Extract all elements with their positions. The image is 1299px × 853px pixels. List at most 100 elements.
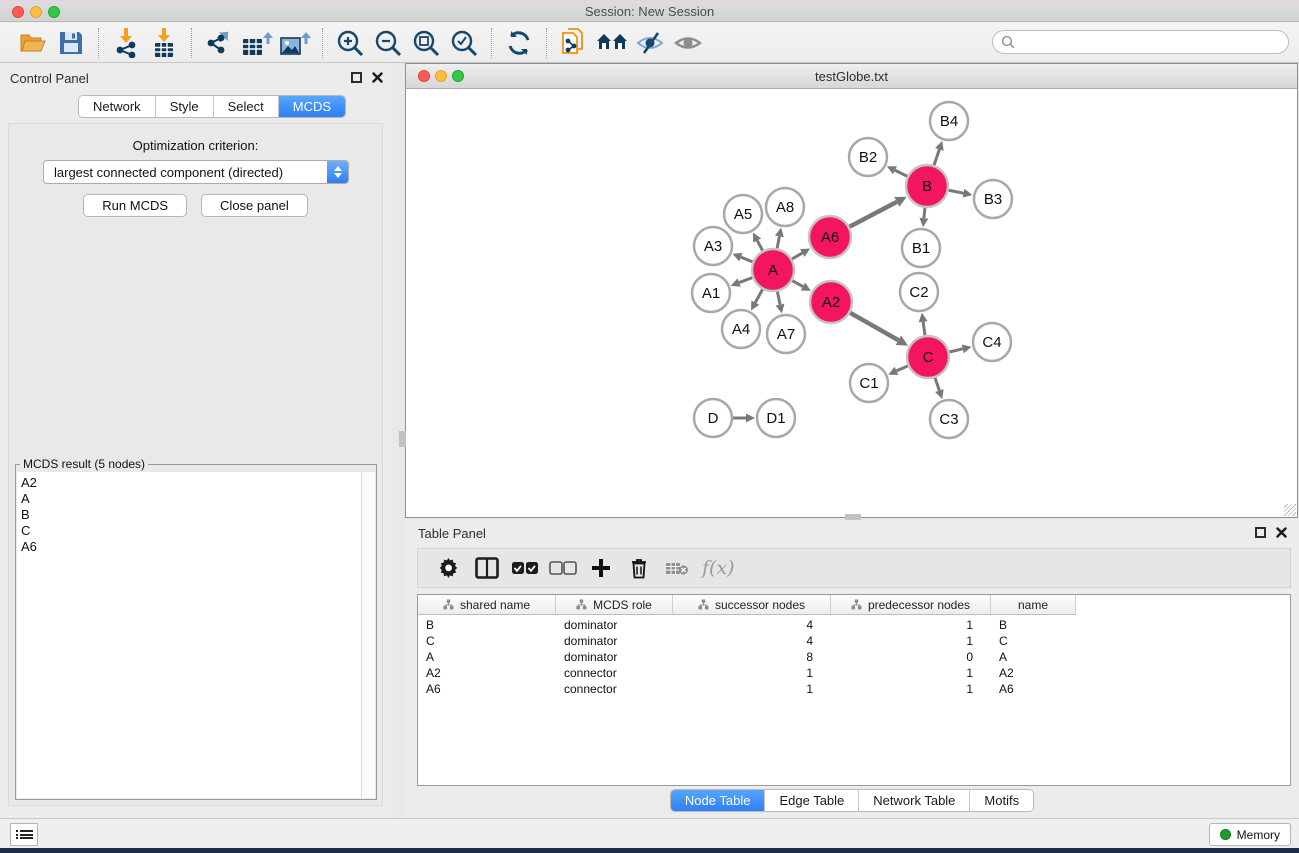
cell-predecessor-nodes[interactable]: 1 xyxy=(831,617,991,633)
edge-A6-B[interactable] xyxy=(849,202,896,227)
float-panel-icon[interactable] xyxy=(1255,527,1266,538)
table-row[interactable]: Cdominator41C xyxy=(418,633,1290,649)
graph-node-C[interactable]: C xyxy=(907,336,949,378)
edge-C-C4[interactable] xyxy=(949,349,962,352)
graph-node-A[interactable]: A xyxy=(752,249,794,291)
graph-node-A4[interactable]: A4 xyxy=(722,310,760,348)
graph-node-B[interactable]: B xyxy=(906,165,948,207)
hide-panel-icon[interactable] xyxy=(634,27,666,59)
graph-node-C2[interactable]: C2 xyxy=(900,273,938,311)
tab-select[interactable]: Select xyxy=(214,96,279,117)
resize-grip-icon[interactable] xyxy=(1284,504,1296,516)
function-builder-icon[interactable]: f(x) xyxy=(702,557,735,579)
zoom-out-icon[interactable] xyxy=(372,27,404,59)
mcds-result-list[interactable]: A2ABCA6 xyxy=(17,472,363,798)
cell-shared-name[interactable]: A6 xyxy=(418,681,556,697)
column-header-MCDS-role[interactable]: MCDS role xyxy=(556,595,673,615)
graph-node-C3[interactable]: C3 xyxy=(930,400,968,438)
cell-MCDS-role[interactable]: connector xyxy=(556,681,673,697)
table-row[interactable]: Adominator80A xyxy=(418,649,1290,665)
cell-name[interactable]: A2 xyxy=(991,665,1076,681)
export-table-icon[interactable] xyxy=(241,27,273,59)
splitter-nub[interactable] xyxy=(399,431,406,447)
graph-node-A6[interactable]: A6 xyxy=(809,216,851,258)
graph-node-D1[interactable]: D1 xyxy=(757,399,795,437)
edge-A-A5[interactable] xyxy=(757,240,762,250)
refresh-icon[interactable] xyxy=(503,27,535,59)
run-mcds-button[interactable]: Run MCDS xyxy=(83,194,187,217)
cell-successor-nodes[interactable]: 4 xyxy=(673,633,831,649)
cell-MCDS-role[interactable]: dominator xyxy=(556,649,673,665)
cell-successor-nodes[interactable]: 8 xyxy=(673,649,831,665)
optimization-criterion-dropdown[interactable]: largest connected component (directed) xyxy=(43,160,349,184)
zoom-selected-icon[interactable] xyxy=(448,27,480,59)
graph-node-B2[interactable]: B2 xyxy=(849,138,887,176)
edge-A-A1[interactable] xyxy=(739,278,752,283)
edge-B-B4[interactable] xyxy=(934,149,939,165)
edge-B-B3[interactable] xyxy=(949,190,964,193)
import-table-icon[interactable] xyxy=(148,27,180,59)
table-row[interactable]: Bdominator41B xyxy=(418,617,1290,633)
export-network-icon[interactable] xyxy=(203,27,235,59)
graph-node-B1[interactable]: B1 xyxy=(902,229,940,267)
open-session-icon[interactable] xyxy=(17,27,49,59)
cell-successor-nodes[interactable]: 4 xyxy=(673,617,831,633)
cell-name[interactable]: A6 xyxy=(991,681,1076,697)
deselect-all-icon[interactable] xyxy=(546,553,580,583)
graph-node-A3[interactable]: A3 xyxy=(694,227,732,265)
cell-predecessor-nodes[interactable]: 0 xyxy=(831,649,991,665)
edge-B-B1[interactable] xyxy=(924,208,925,218)
graph-node-B3[interactable]: B3 xyxy=(974,180,1012,218)
mcds-result-item[interactable]: A6 xyxy=(21,539,363,555)
edge-A2-C[interactable] xyxy=(850,313,898,340)
tab-network[interactable]: Network xyxy=(79,96,156,117)
search-input[interactable] xyxy=(1015,35,1288,49)
column-header-successor-nodes[interactable]: successor nodes xyxy=(673,595,831,615)
close-panel-icon[interactable] xyxy=(372,72,383,83)
column-header-shared-name[interactable]: shared name xyxy=(418,595,556,615)
edge-A-A3[interactable] xyxy=(741,257,753,262)
graph-node-A7[interactable]: A7 xyxy=(767,315,805,353)
cell-MCDS-role[interactable]: dominator xyxy=(556,633,673,649)
close-panel-button[interactable]: Close panel xyxy=(201,194,308,217)
cell-MCDS-role[interactable]: dominator xyxy=(556,617,673,633)
cell-predecessor-nodes[interactable]: 1 xyxy=(831,665,991,681)
cell-shared-name[interactable]: B xyxy=(418,617,556,633)
cell-name[interactable]: A xyxy=(991,649,1076,665)
cell-shared-name[interactable]: C xyxy=(418,633,556,649)
graph-node-A2[interactable]: A2 xyxy=(810,281,852,323)
tab-mcds[interactable]: MCDS xyxy=(279,96,345,117)
graph-node-A5[interactable]: A5 xyxy=(724,195,762,233)
cell-successor-nodes[interactable]: 1 xyxy=(673,665,831,681)
cell-name[interactable]: B xyxy=(991,617,1076,633)
table-row[interactable]: A6connector11A6 xyxy=(418,681,1290,697)
mcds-result-scrollbar[interactable] xyxy=(361,472,375,798)
tab-style[interactable]: Style xyxy=(156,96,214,117)
import-network-icon[interactable] xyxy=(110,27,142,59)
cell-predecessor-nodes[interactable]: 1 xyxy=(831,633,991,649)
home-icon[interactable] xyxy=(596,27,628,59)
close-panel-icon[interactable] xyxy=(1276,527,1287,538)
search-box[interactable] xyxy=(992,30,1289,54)
graph-node-C4[interactable]: C4 xyxy=(973,323,1011,361)
cell-MCDS-role[interactable]: connector xyxy=(556,665,673,681)
mcds-result-item[interactable]: C xyxy=(21,523,363,539)
edge-A-A7[interactable] xyxy=(777,292,780,305)
mcds-result-item[interactable]: B xyxy=(21,507,363,523)
table-row[interactable]: A2connector11A2 xyxy=(418,665,1290,681)
save-session-icon[interactable] xyxy=(55,27,87,59)
edge-C-C3[interactable] xyxy=(935,378,939,391)
graph-node-A1[interactable]: A1 xyxy=(692,274,730,312)
cell-name[interactable]: C xyxy=(991,633,1076,649)
graph-node-D[interactable]: D xyxy=(694,399,732,437)
edge-B-B2[interactable] xyxy=(895,170,907,176)
zoom-fit-icon[interactable] xyxy=(410,27,442,59)
tab-motifs[interactable]: Motifs xyxy=(970,790,1033,811)
network-graph-canvas[interactable]: AA1A2A3A4A5A6A7A8BB1B2B3B4CC1C2C3C4DD1 xyxy=(407,89,1296,516)
float-panel-icon[interactable] xyxy=(351,72,362,83)
memory-button[interactable]: Memory xyxy=(1209,823,1291,846)
delete-table-icon[interactable] xyxy=(660,553,694,583)
network-from-selection-icon[interactable] xyxy=(558,27,590,59)
gear-icon[interactable] xyxy=(432,553,466,583)
cell-shared-name[interactable]: A2 xyxy=(418,665,556,681)
